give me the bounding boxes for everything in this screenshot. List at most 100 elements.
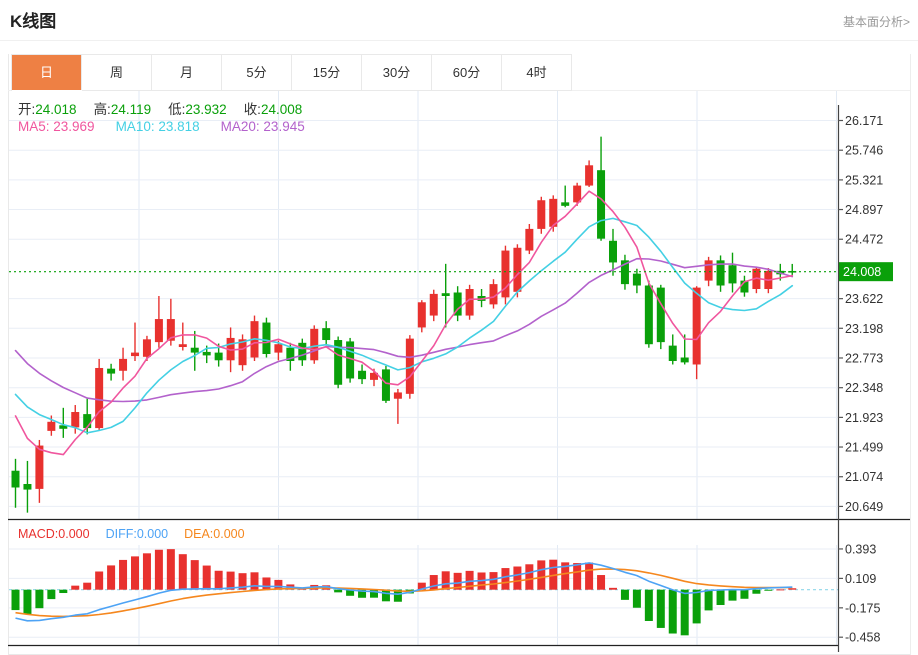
macd-histogram-bar <box>83 582 92 590</box>
y-axis-label: 21.923 <box>845 411 883 425</box>
macd-histogram-bar <box>190 560 199 590</box>
macd-histogram-bar <box>656 589 665 628</box>
period-tab-3[interactable]: 月 <box>152 55 222 91</box>
period-tabs: 日周月 5分 15分 30分 60分 4时 <box>11 54 572 91</box>
macd-histogram-bar <box>740 589 749 599</box>
candle-body <box>429 293 438 316</box>
macd-histogram-bar <box>59 589 68 594</box>
candle-body <box>47 421 56 431</box>
candle-body <box>23 483 32 490</box>
macd-histogram-bar <box>537 560 546 590</box>
macd-histogram-bar <box>752 589 761 594</box>
candle-body <box>597 170 606 239</box>
macd-histogram-bar <box>11 589 20 611</box>
period-tab-2[interactable]: 周 <box>82 55 152 91</box>
candle-body <box>585 165 594 186</box>
macd-histogram-bar <box>489 572 498 590</box>
y-axis-label: -0.458 <box>845 631 880 645</box>
candle-body <box>214 352 223 361</box>
ma-item: MA20: 23.945 <box>220 119 305 134</box>
candle-body <box>537 200 546 229</box>
macd-histogram-bar <box>47 589 56 600</box>
candle-body <box>656 287 665 343</box>
y-axis-label: 21.074 <box>845 470 883 484</box>
candle-body <box>692 287 701 365</box>
macd-histogram-bar <box>644 589 653 621</box>
candle-body <box>107 368 116 374</box>
ma5-line <box>14 190 794 456</box>
macd-histogram-bar <box>692 589 701 624</box>
ma-item: MA5: 23.969 <box>18 119 95 134</box>
macd-histogram-bar <box>142 553 151 590</box>
macd-histogram-bar <box>716 589 725 606</box>
ohlc-item: 收:24.008 <box>243 102 303 117</box>
macd-histogram-bar <box>764 589 773 591</box>
macd-histogram-bar <box>609 587 617 590</box>
candle-body <box>298 342 307 361</box>
current-price-label: 24.008 <box>843 265 881 279</box>
macd-item: MACD:0.000 <box>18 527 90 541</box>
macd-histogram-bar <box>95 571 104 590</box>
period-tab-5[interactable]: 15分 <box>292 55 362 91</box>
macd-histogram-bar <box>501 568 510 590</box>
macd-histogram-bar <box>119 559 128 590</box>
macd-histogram-bar <box>166 549 175 590</box>
macd-histogram-bar <box>214 570 223 590</box>
macd-histogram-bar <box>262 577 271 590</box>
kline-page: K线图 基本面分析> 日周月 5分 15分 30分 60分 4时 开:24.018 高:24… <box>0 0 918 655</box>
y-axis-label: 0.109 <box>845 572 876 586</box>
period-tab-6[interactable]: 30分 <box>362 55 432 91</box>
macd-histogram-bar <box>525 564 534 590</box>
period-tab-4[interactable]: 5分 <box>222 55 292 91</box>
macd-histogram-bar <box>202 565 211 590</box>
ohlc-item: 低:23.932 <box>168 102 227 117</box>
macd-histogram-bar <box>573 563 582 590</box>
period-tab-8[interactable]: 4时 <box>502 55 572 91</box>
fundamental-analysis-link[interactable]: 基本面分析> <box>843 13 910 30</box>
y-axis-label: 25.321 <box>845 173 883 187</box>
macd-histogram-bar <box>513 566 522 590</box>
candle-body <box>644 285 653 345</box>
ohlc-item: 开:24.018 <box>18 102 77 117</box>
y-axis-label: 21.499 <box>845 441 883 455</box>
candle-body <box>11 470 20 488</box>
macd-histogram-bar <box>131 556 139 590</box>
y-axis-label: 26.171 <box>845 114 883 128</box>
macd-histogram-bar <box>107 565 116 590</box>
y-axis-label: 22.773 <box>845 351 883 365</box>
candle-body <box>262 322 271 355</box>
candle-body <box>154 319 163 343</box>
macd-item: DIFF:0.000 <box>105 527 169 541</box>
candle-body <box>525 228 534 251</box>
macd-histogram-bar <box>334 589 343 593</box>
ohlc-item: 高:24.119 <box>93 102 152 117</box>
candle-body <box>358 370 367 380</box>
candle-body <box>668 345 677 361</box>
candle-body <box>95 367 104 429</box>
macd-histogram-bar <box>381 589 390 602</box>
candle-body <box>381 369 390 401</box>
page-title: K线图 <box>10 12 57 31</box>
y-axis-label: 25.746 <box>845 144 883 158</box>
y-axis-label: -0.175 <box>845 601 880 615</box>
period-tab-7[interactable]: 60分 <box>432 55 502 91</box>
macd-histogram-bar <box>585 562 594 590</box>
candle-body <box>632 273 641 286</box>
y-axis-label: 0.393 <box>845 542 876 556</box>
candle-body <box>704 260 713 281</box>
y-axis-label: 24.472 <box>845 233 883 247</box>
candle-body <box>680 357 689 363</box>
candle-body <box>417 302 426 328</box>
macd-histogram-bar <box>71 585 80 590</box>
macd-item: DEA:0.000 <box>184 527 245 541</box>
candle-body <box>609 240 617 263</box>
macd-histogram-bar <box>441 571 450 590</box>
ohlc-legend: 开:24.018 高:24.119 低:23.932 收:24.008 <box>18 98 302 118</box>
macd-histogram-bar <box>597 575 606 590</box>
period-tab-1[interactable]: 日 <box>12 55 82 90</box>
candle-body <box>274 344 283 353</box>
y-axis-label: 23.198 <box>845 322 883 336</box>
candle-body <box>202 351 211 356</box>
candle-body <box>71 412 80 428</box>
candle-body <box>441 293 450 296</box>
